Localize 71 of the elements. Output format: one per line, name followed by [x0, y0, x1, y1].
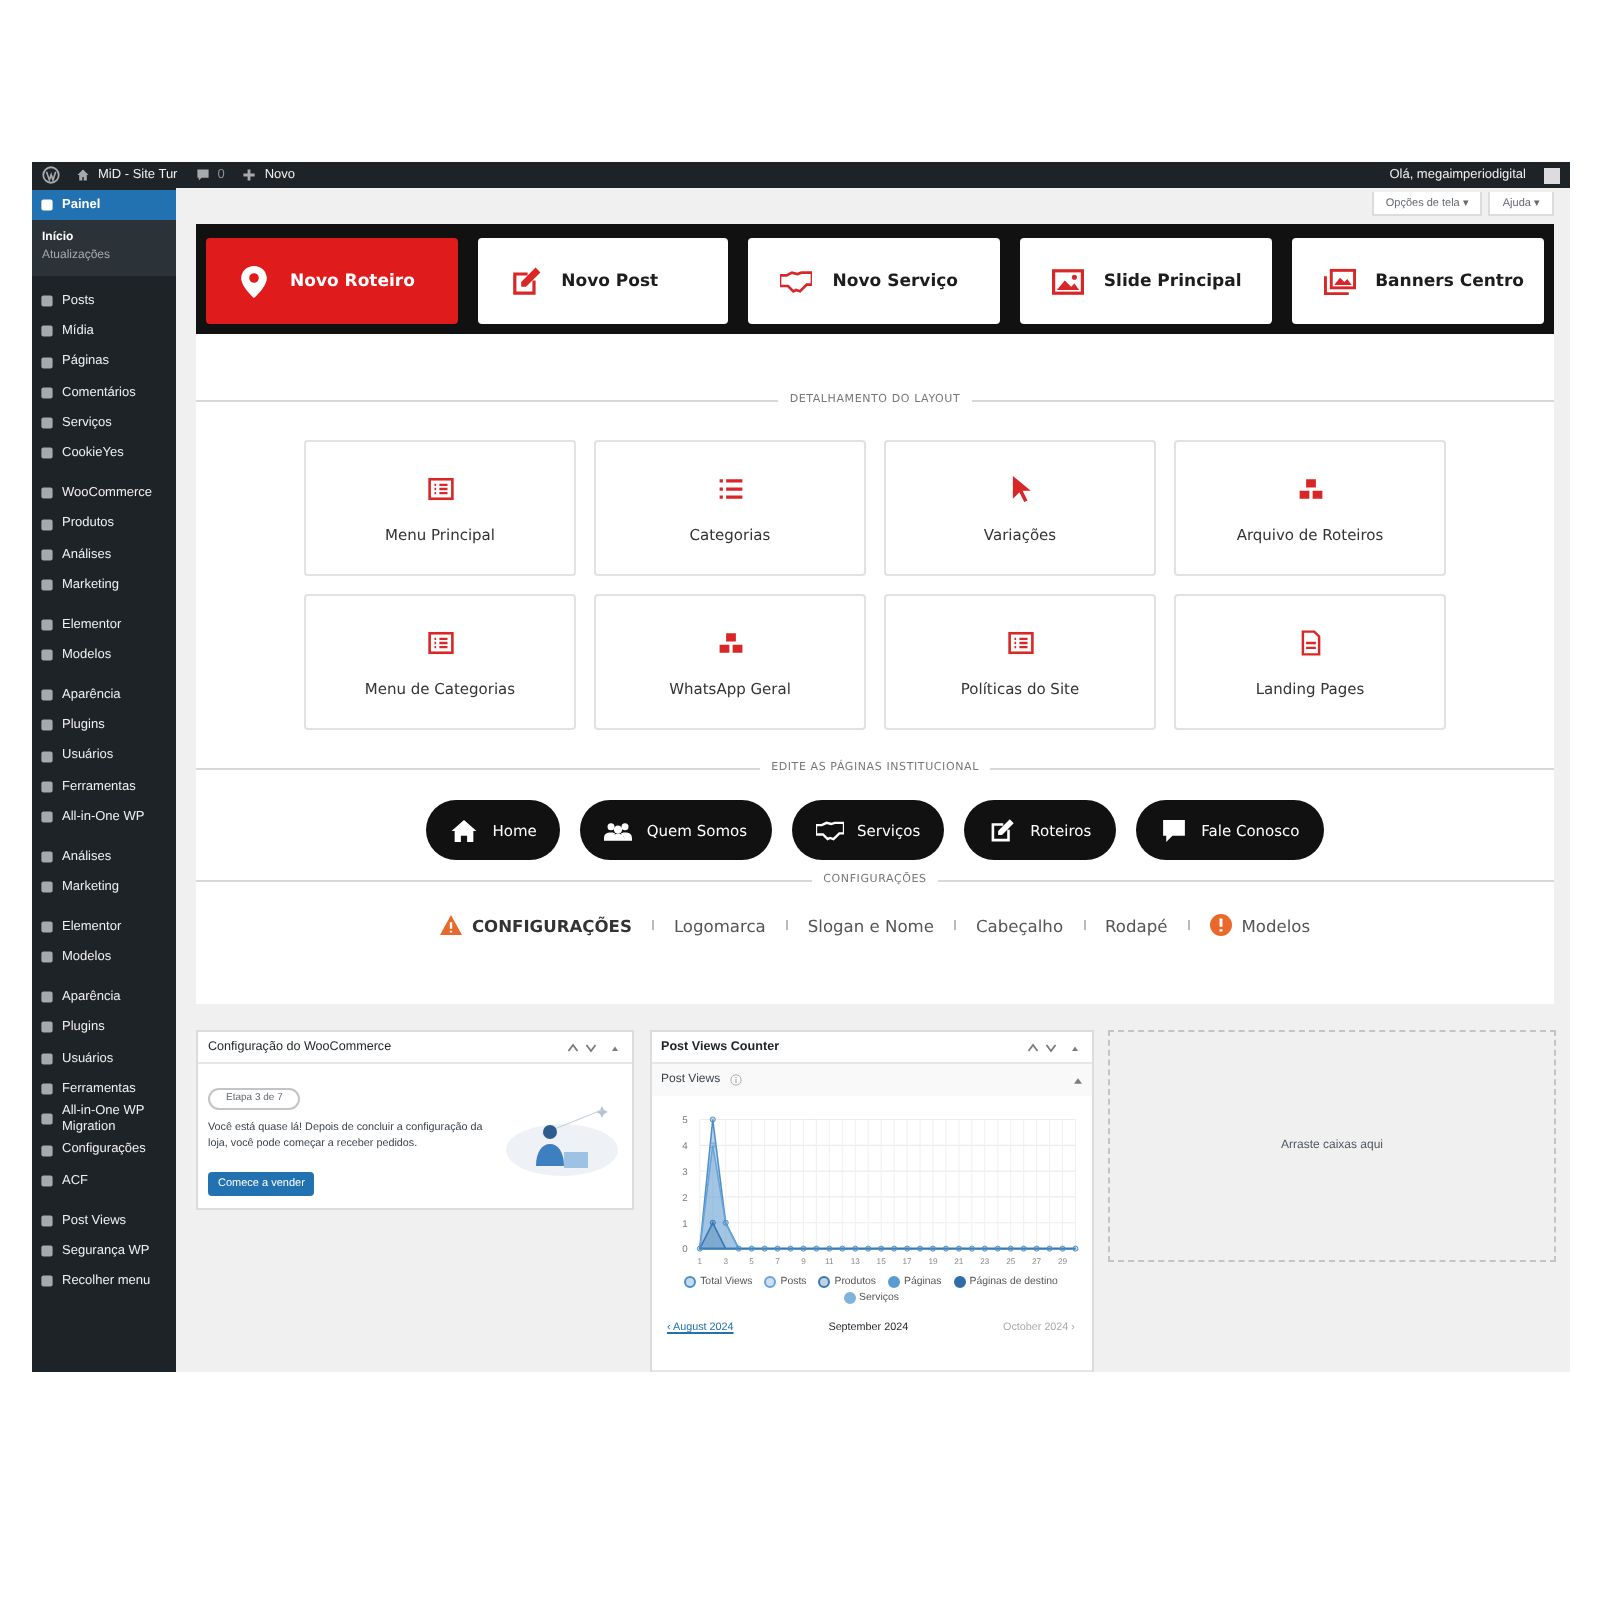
data-point — [916, 1245, 923, 1252]
data-point — [708, 1116, 715, 1123]
shortcut-button[interactable]: Banners Centro — [1291, 238, 1545, 324]
chat-icon — [1159, 817, 1188, 843]
warning-icon — [439, 914, 462, 936]
shortcut-button[interactable]: Slide Principal — [1019, 238, 1272, 324]
images-icon — [1323, 265, 1356, 297]
cursor-icon — [1007, 475, 1033, 501]
collapse-icon[interactable] — [1073, 1077, 1081, 1083]
data-point — [721, 1219, 728, 1226]
data-point — [980, 1245, 987, 1252]
list-icon — [1007, 629, 1033, 655]
templates-link[interactable]: Modelos — [1209, 914, 1311, 936]
data-point — [1006, 1245, 1013, 1252]
bullet-list-icon — [717, 475, 743, 501]
data-point — [928, 1245, 935, 1252]
data-point — [851, 1245, 858, 1252]
blocks-icon — [717, 629, 743, 655]
data-point — [747, 1245, 754, 1252]
home-icon — [76, 168, 90, 182]
edit-icon — [509, 265, 542, 297]
data-point — [903, 1245, 910, 1252]
data-point — [760, 1245, 767, 1252]
data-point — [1045, 1245, 1052, 1252]
data-point — [708, 1219, 715, 1226]
data-point — [993, 1245, 1000, 1252]
shortcut-button[interactable]: Novo Serviço — [748, 238, 1000, 324]
shortcut-button[interactable]: Novo Roteiro — [206, 238, 458, 324]
people-icon — [604, 817, 633, 843]
document-icon — [1297, 629, 1323, 655]
data-point — [1071, 1245, 1078, 1252]
data-point — [890, 1245, 897, 1252]
wordpress-logo-icon[interactable] — [42, 166, 60, 184]
blocks-icon — [1297, 475, 1323, 501]
edit-icon — [988, 817, 1017, 843]
settings-link[interactable]: Slogan e Nome — [807, 915, 934, 935]
data-point — [864, 1245, 871, 1252]
comment-icon — [195, 168, 210, 182]
settings-link[interactable]: Rodapé — [1105, 915, 1168, 935]
data-point — [877, 1245, 884, 1252]
data-point — [812, 1245, 819, 1252]
shortcut-button[interactable]: Novo Post — [477, 238, 729, 324]
data-point — [1058, 1245, 1065, 1252]
data-point — [825, 1245, 832, 1252]
handshake-icon — [780, 265, 813, 297]
widget-controls-icon[interactable] — [566, 1041, 622, 1053]
data-point — [954, 1245, 961, 1252]
data-point — [1019, 1245, 1026, 1252]
data-point — [708, 1142, 715, 1149]
data-point — [941, 1245, 948, 1252]
house-icon — [450, 817, 479, 843]
settings-link[interactable]: Logomarca — [673, 915, 766, 935]
list-icon — [427, 629, 453, 655]
handshake-icon — [815, 817, 844, 843]
data-point — [734, 1245, 741, 1252]
data-point — [799, 1245, 806, 1252]
data-point — [695, 1245, 702, 1252]
list-icon — [427, 475, 453, 501]
data-point — [967, 1245, 974, 1252]
settings-link[interactable]: Cabeçalho — [975, 915, 1064, 935]
widget-controls-icon[interactable] — [1025, 1041, 1081, 1053]
data-point — [773, 1245, 780, 1252]
data-point — [1032, 1245, 1039, 1252]
settings-link[interactable]: CONFIGURAÇÕES — [439, 914, 632, 936]
data-point — [838, 1245, 845, 1252]
image-icon — [1051, 265, 1084, 297]
map-pin-icon — [238, 265, 270, 297]
alert-icon — [1209, 914, 1232, 936]
plus-icon — [242, 168, 257, 182]
data-point — [786, 1245, 793, 1252]
avatar[interactable] — [1544, 167, 1560, 183]
